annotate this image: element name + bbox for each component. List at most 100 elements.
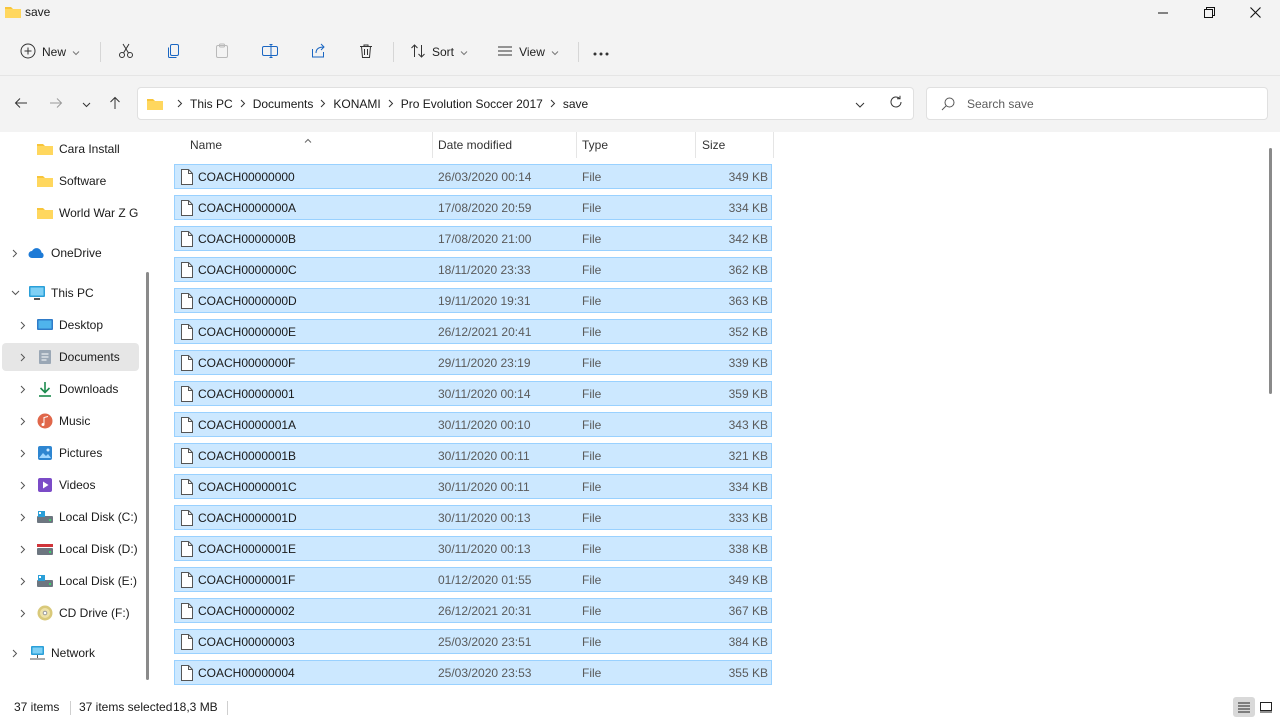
nav-item-this-pc[interactable]: This PC — [2, 279, 139, 307]
breadcrumb-documents[interactable]: Documents — [253, 97, 314, 111]
nav-item-music[interactable]: Music — [2, 407, 139, 435]
file-row[interactable]: COACH00000002 26/12/2021 20:31 File 367 KB — [174, 598, 772, 623]
view-button[interactable]: View — [492, 38, 564, 66]
file-row[interactable]: COACH0000000C 18/11/2020 23:33 File 362 KB — [174, 257, 772, 282]
nav-item-cd-drive[interactable]: CD Drive (F:) — [2, 599, 139, 627]
file-icon — [180, 417, 194, 436]
nav-item-label: Network — [51, 646, 96, 660]
cut-button[interactable] — [113, 38, 139, 66]
chevron-right-icon[interactable] — [9, 647, 21, 659]
file-row[interactable]: COACH0000000D 19/11/2020 19:31 File 363 KB — [174, 288, 772, 313]
copy-button[interactable] — [161, 38, 187, 66]
nav-scrollbar[interactable] — [146, 272, 149, 680]
minimize-button[interactable] — [1140, 0, 1186, 28]
nav-item-onedrive[interactable]: OneDrive — [2, 239, 139, 267]
column-header-type[interactable]: Type — [582, 132, 692, 158]
file-row[interactable]: COACH0000000F 29/11/2020 23:19 File 339 KB — [174, 350, 772, 375]
chevron-right-icon[interactable] — [388, 99, 394, 108]
chevron-right-icon[interactable] — [17, 383, 29, 395]
restore-button[interactable] — [1186, 0, 1232, 28]
nav-item-local-disk-c[interactable]: Local Disk (C:) — [2, 503, 139, 531]
file-row[interactable]: COACH00000001 30/11/2020 00:14 File 359 KB — [174, 381, 772, 406]
chevron-right-icon[interactable] — [17, 479, 29, 491]
refresh-button[interactable] — [889, 95, 903, 112]
nav-item-pictures[interactable]: Pictures — [2, 439, 139, 467]
share-button[interactable] — [305, 38, 331, 66]
close-button[interactable] — [1232, 0, 1278, 28]
chevron-right-icon[interactable] — [550, 99, 556, 108]
file-row[interactable]: COACH0000001C 30/11/2020 00:11 File 334 KB — [174, 474, 772, 499]
nav-item-software[interactable]: Software — [2, 167, 139, 195]
rename-button[interactable] — [257, 38, 283, 66]
nav-item-documents[interactable]: Documents — [2, 343, 139, 371]
network-icon — [28, 644, 46, 662]
file-date-modified: 30/11/2020 00:11 — [438, 480, 530, 494]
file-row[interactable]: COACH00000003 25/03/2020 23:51 File 384 KB — [174, 629, 772, 654]
file-row[interactable]: COACH0000001B 30/11/2020 00:11 File 321 KB — [174, 443, 772, 468]
breadcrumb-save[interactable]: save — [563, 97, 588, 111]
column-divider[interactable] — [576, 132, 577, 158]
sort-label: Sort — [431, 45, 454, 59]
column-header-size[interactable]: Size — [702, 132, 772, 158]
file-row[interactable]: COACH0000001A 30/11/2020 00:10 File 343 KB — [174, 412, 772, 437]
up-button[interactable] — [103, 92, 127, 116]
chevron-right-icon[interactable] — [17, 447, 29, 459]
nav-item-local-disk-d[interactable]: Local Disk (D:) — [2, 535, 139, 563]
chevron-right-icon[interactable] — [240, 99, 246, 108]
file-row[interactable]: COACH0000000A 17/08/2020 20:59 File 334 KB — [174, 195, 772, 220]
toolbar-divider — [393, 42, 394, 62]
column-divider[interactable] — [773, 132, 774, 158]
column-divider[interactable] — [695, 132, 696, 158]
new-button[interactable]: New — [14, 38, 86, 66]
chevron-right-icon[interactable] — [17, 319, 29, 331]
file-row[interactable]: COACH00000004 25/03/2020 23:53 File 355 KB — [174, 660, 772, 685]
file-type: File — [582, 387, 602, 401]
nav-item-downloads[interactable]: Downloads — [2, 375, 139, 403]
details-view-button[interactable] — [1233, 697, 1255, 717]
nav-item-network[interactable]: Network — [2, 639, 139, 667]
sort-button[interactable]: Sort — [404, 38, 474, 66]
nav-item-cara-install[interactable]: Cara Install — [2, 135, 139, 163]
file-row[interactable]: COACH0000000B 17/08/2020 21:00 File 342 KB — [174, 226, 772, 251]
file-icon — [180, 262, 194, 281]
nav-item-local-disk-e[interactable]: Local Disk (E:) — [2, 567, 139, 595]
file-row[interactable]: COACH0000000E 26/12/2021 20:41 File 352 KB — [174, 319, 772, 344]
file-date-modified: 01/12/2020 01:55 — [438, 573, 532, 587]
file-row[interactable]: COACH0000001D 30/11/2020 00:13 File 333 KB — [174, 505, 772, 530]
file-list-scrollbar[interactable] — [1269, 148, 1272, 394]
nav-item-desktop[interactable]: Desktop — [2, 311, 139, 339]
forward-button[interactable] — [44, 92, 68, 116]
file-date-modified: 17/08/2020 20:59 — [438, 201, 532, 215]
chevron-down-icon[interactable] — [9, 287, 21, 299]
nav-item-videos[interactable]: Videos — [2, 471, 139, 499]
column-divider[interactable] — [432, 132, 433, 158]
tiles-view-button[interactable] — [1255, 697, 1277, 717]
address-bar[interactable]: This PC Documents KONAMI Pro Evolution S… — [137, 87, 914, 120]
delete-button[interactable] — [353, 38, 379, 66]
chevron-right-icon[interactable] — [17, 575, 29, 587]
back-button[interactable] — [9, 92, 33, 116]
file-row[interactable]: COACH0000001F 01/12/2020 01:55 File 349 KB — [174, 567, 772, 592]
chevron-right-icon[interactable] — [17, 543, 29, 555]
chevron-right-icon[interactable] — [17, 415, 29, 427]
paste-button[interactable] — [209, 38, 235, 66]
search-box[interactable]: Search save — [926, 87, 1268, 120]
breadcrumb-this-pc[interactable]: This PC — [190, 97, 233, 111]
chevron-right-icon[interactable] — [17, 607, 29, 619]
column-header-date[interactable]: Date modified — [438, 132, 574, 158]
chevron-right-icon[interactable] — [320, 99, 326, 108]
breadcrumb-pes2017[interactable]: Pro Evolution Soccer 2017 — [401, 97, 543, 111]
file-size: 338 KB — [728, 542, 768, 556]
file-type: File — [582, 201, 602, 215]
address-history-button[interactable] — [855, 98, 865, 112]
file-row[interactable]: COACH00000000 26/03/2020 00:14 File 349 KB — [174, 164, 772, 189]
recent-locations-button[interactable] — [74, 92, 98, 116]
file-row[interactable]: COACH0000001E 30/11/2020 00:13 File 338 KB — [174, 536, 772, 561]
nav-item-world-war-z[interactable]: World War Z GOG — [2, 199, 139, 227]
chevron-right-icon[interactable] — [9, 247, 21, 259]
nav-item-label: Downloads — [59, 382, 119, 396]
chevron-right-icon[interactable] — [17, 511, 29, 523]
more-options-button[interactable] — [588, 38, 614, 66]
breadcrumb-konami[interactable]: KONAMI — [333, 97, 380, 111]
chevron-right-icon[interactable] — [17, 351, 29, 363]
